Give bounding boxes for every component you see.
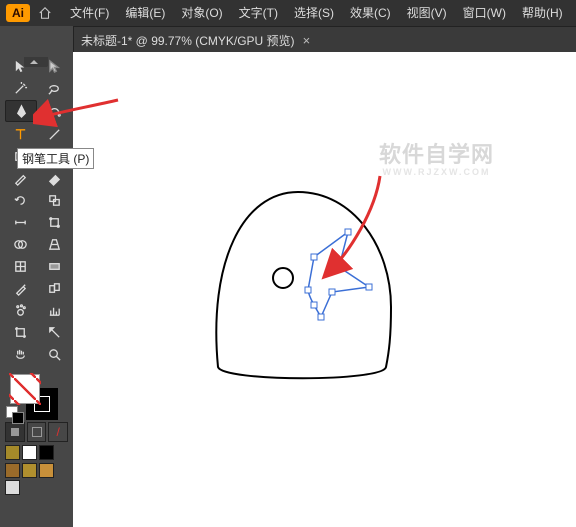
mode-cell[interactable] xyxy=(22,463,37,478)
app-logo: Ai xyxy=(6,4,30,22)
collapse-icon[interactable] xyxy=(24,57,48,67)
menu-help[interactable]: 帮助(H) xyxy=(514,0,571,26)
mode-cell[interactable] xyxy=(5,480,20,495)
graph-tool[interactable] xyxy=(39,300,69,320)
shape-builder-tool[interactable] xyxy=(5,234,35,254)
color-cell[interactable] xyxy=(5,445,20,460)
scale-tool[interactable] xyxy=(39,190,69,210)
pen-tool-tooltip: 钢笔工具 (P) xyxy=(17,148,94,169)
rotate-tool[interactable] xyxy=(5,190,35,210)
menu-window[interactable]: 窗口(W) xyxy=(455,0,514,26)
shape-bell-body[interactable] xyxy=(216,192,391,378)
shape-bell-eye[interactable] xyxy=(273,268,293,288)
menu-edit[interactable]: 编辑(E) xyxy=(117,0,173,26)
hand-tool[interactable] xyxy=(5,344,35,364)
line-tool[interactable] xyxy=(39,124,69,144)
draw-inside-icon[interactable]: / xyxy=(48,422,68,442)
curvature-tool[interactable] xyxy=(39,100,69,120)
anchor-point[interactable] xyxy=(329,289,335,295)
mode-cell[interactable] xyxy=(39,463,54,478)
menu-effect[interactable]: 效果(C) xyxy=(342,0,399,26)
menu-object[interactable]: 对象(O) xyxy=(173,0,230,26)
blend-tool[interactable] xyxy=(39,278,69,298)
tools-panel: / xyxy=(0,26,74,527)
free-transform-tool[interactable] xyxy=(39,212,69,232)
home-icon[interactable] xyxy=(36,4,54,22)
menu-type[interactable]: 文字(T) xyxy=(231,0,286,26)
color-swatch-row xyxy=(5,445,68,460)
fill-stroke-swatch[interactable] xyxy=(4,372,69,418)
slice-tool[interactable] xyxy=(39,322,69,342)
pen-tool[interactable] xyxy=(5,100,37,122)
perspective-tool[interactable] xyxy=(39,234,69,254)
symbol-sprayer-tool[interactable] xyxy=(5,300,35,320)
eyedropper-tool[interactable] xyxy=(5,278,35,298)
mode-cell[interactable] xyxy=(5,463,20,478)
canvas[interactable]: 软件自学网 WWW.RJZXW.COM xyxy=(73,52,576,527)
default-swatch-icon-2[interactable] xyxy=(12,412,24,424)
draw-normal-icon[interactable] xyxy=(5,422,25,442)
document-tab-bar: 未标题-1* @ 99.77% (CMYK/GPU 预览) × xyxy=(73,27,576,54)
draw-behind-icon[interactable] xyxy=(27,422,47,442)
eraser-tool[interactable] xyxy=(39,168,69,188)
anchor-point[interactable] xyxy=(336,264,342,270)
mesh-tool[interactable] xyxy=(5,256,35,276)
artwork[interactable] xyxy=(73,52,576,527)
magic-wand-tool[interactable] xyxy=(5,78,35,98)
anchor-point[interactable] xyxy=(318,314,324,320)
watermark-line2: WWW.RJZXW.COM xyxy=(379,167,494,177)
draw-mode-row: / xyxy=(5,422,68,442)
color-cell[interactable] xyxy=(22,445,37,460)
fill-swatch[interactable] xyxy=(10,374,40,404)
width-tool[interactable] xyxy=(5,212,35,232)
anchor-point[interactable] xyxy=(311,302,317,308)
lasso-tool[interactable] xyxy=(39,78,69,98)
anchor-point[interactable] xyxy=(311,254,317,260)
menu-view[interactable]: 视图(V) xyxy=(399,0,455,26)
document-tab-title: 未标题-1* @ 99.77% (CMYK/GPU 预览) xyxy=(81,32,295,49)
menu-select[interactable]: 选择(S) xyxy=(286,0,342,26)
type-tool[interactable] xyxy=(5,124,35,144)
zoom-tool[interactable] xyxy=(39,344,69,364)
menu-file[interactable]: 文件(F) xyxy=(62,0,117,26)
artboard-tool[interactable] xyxy=(5,322,35,342)
menu-bar: Ai 文件(F) 编辑(E) 对象(O) 文字(T) 选择(S) 效果(C) 视… xyxy=(0,0,576,27)
shaper-tool[interactable] xyxy=(5,168,35,188)
close-icon[interactable]: × xyxy=(303,33,311,48)
gradient-tool[interactable] xyxy=(39,256,69,276)
anchor-point[interactable] xyxy=(366,284,372,290)
watermark: 软件自学网 WWW.RJZXW.COM xyxy=(379,137,494,177)
color-cell[interactable] xyxy=(39,445,54,460)
anchor-point[interactable] xyxy=(345,229,351,235)
screen-mode-row xyxy=(5,463,68,495)
anchor-point[interactable] xyxy=(305,287,311,293)
watermark-line1: 软件自学网 xyxy=(379,137,494,169)
document-tab[interactable]: 未标题-1* @ 99.77% (CMYK/GPU 预览) × xyxy=(73,27,318,53)
